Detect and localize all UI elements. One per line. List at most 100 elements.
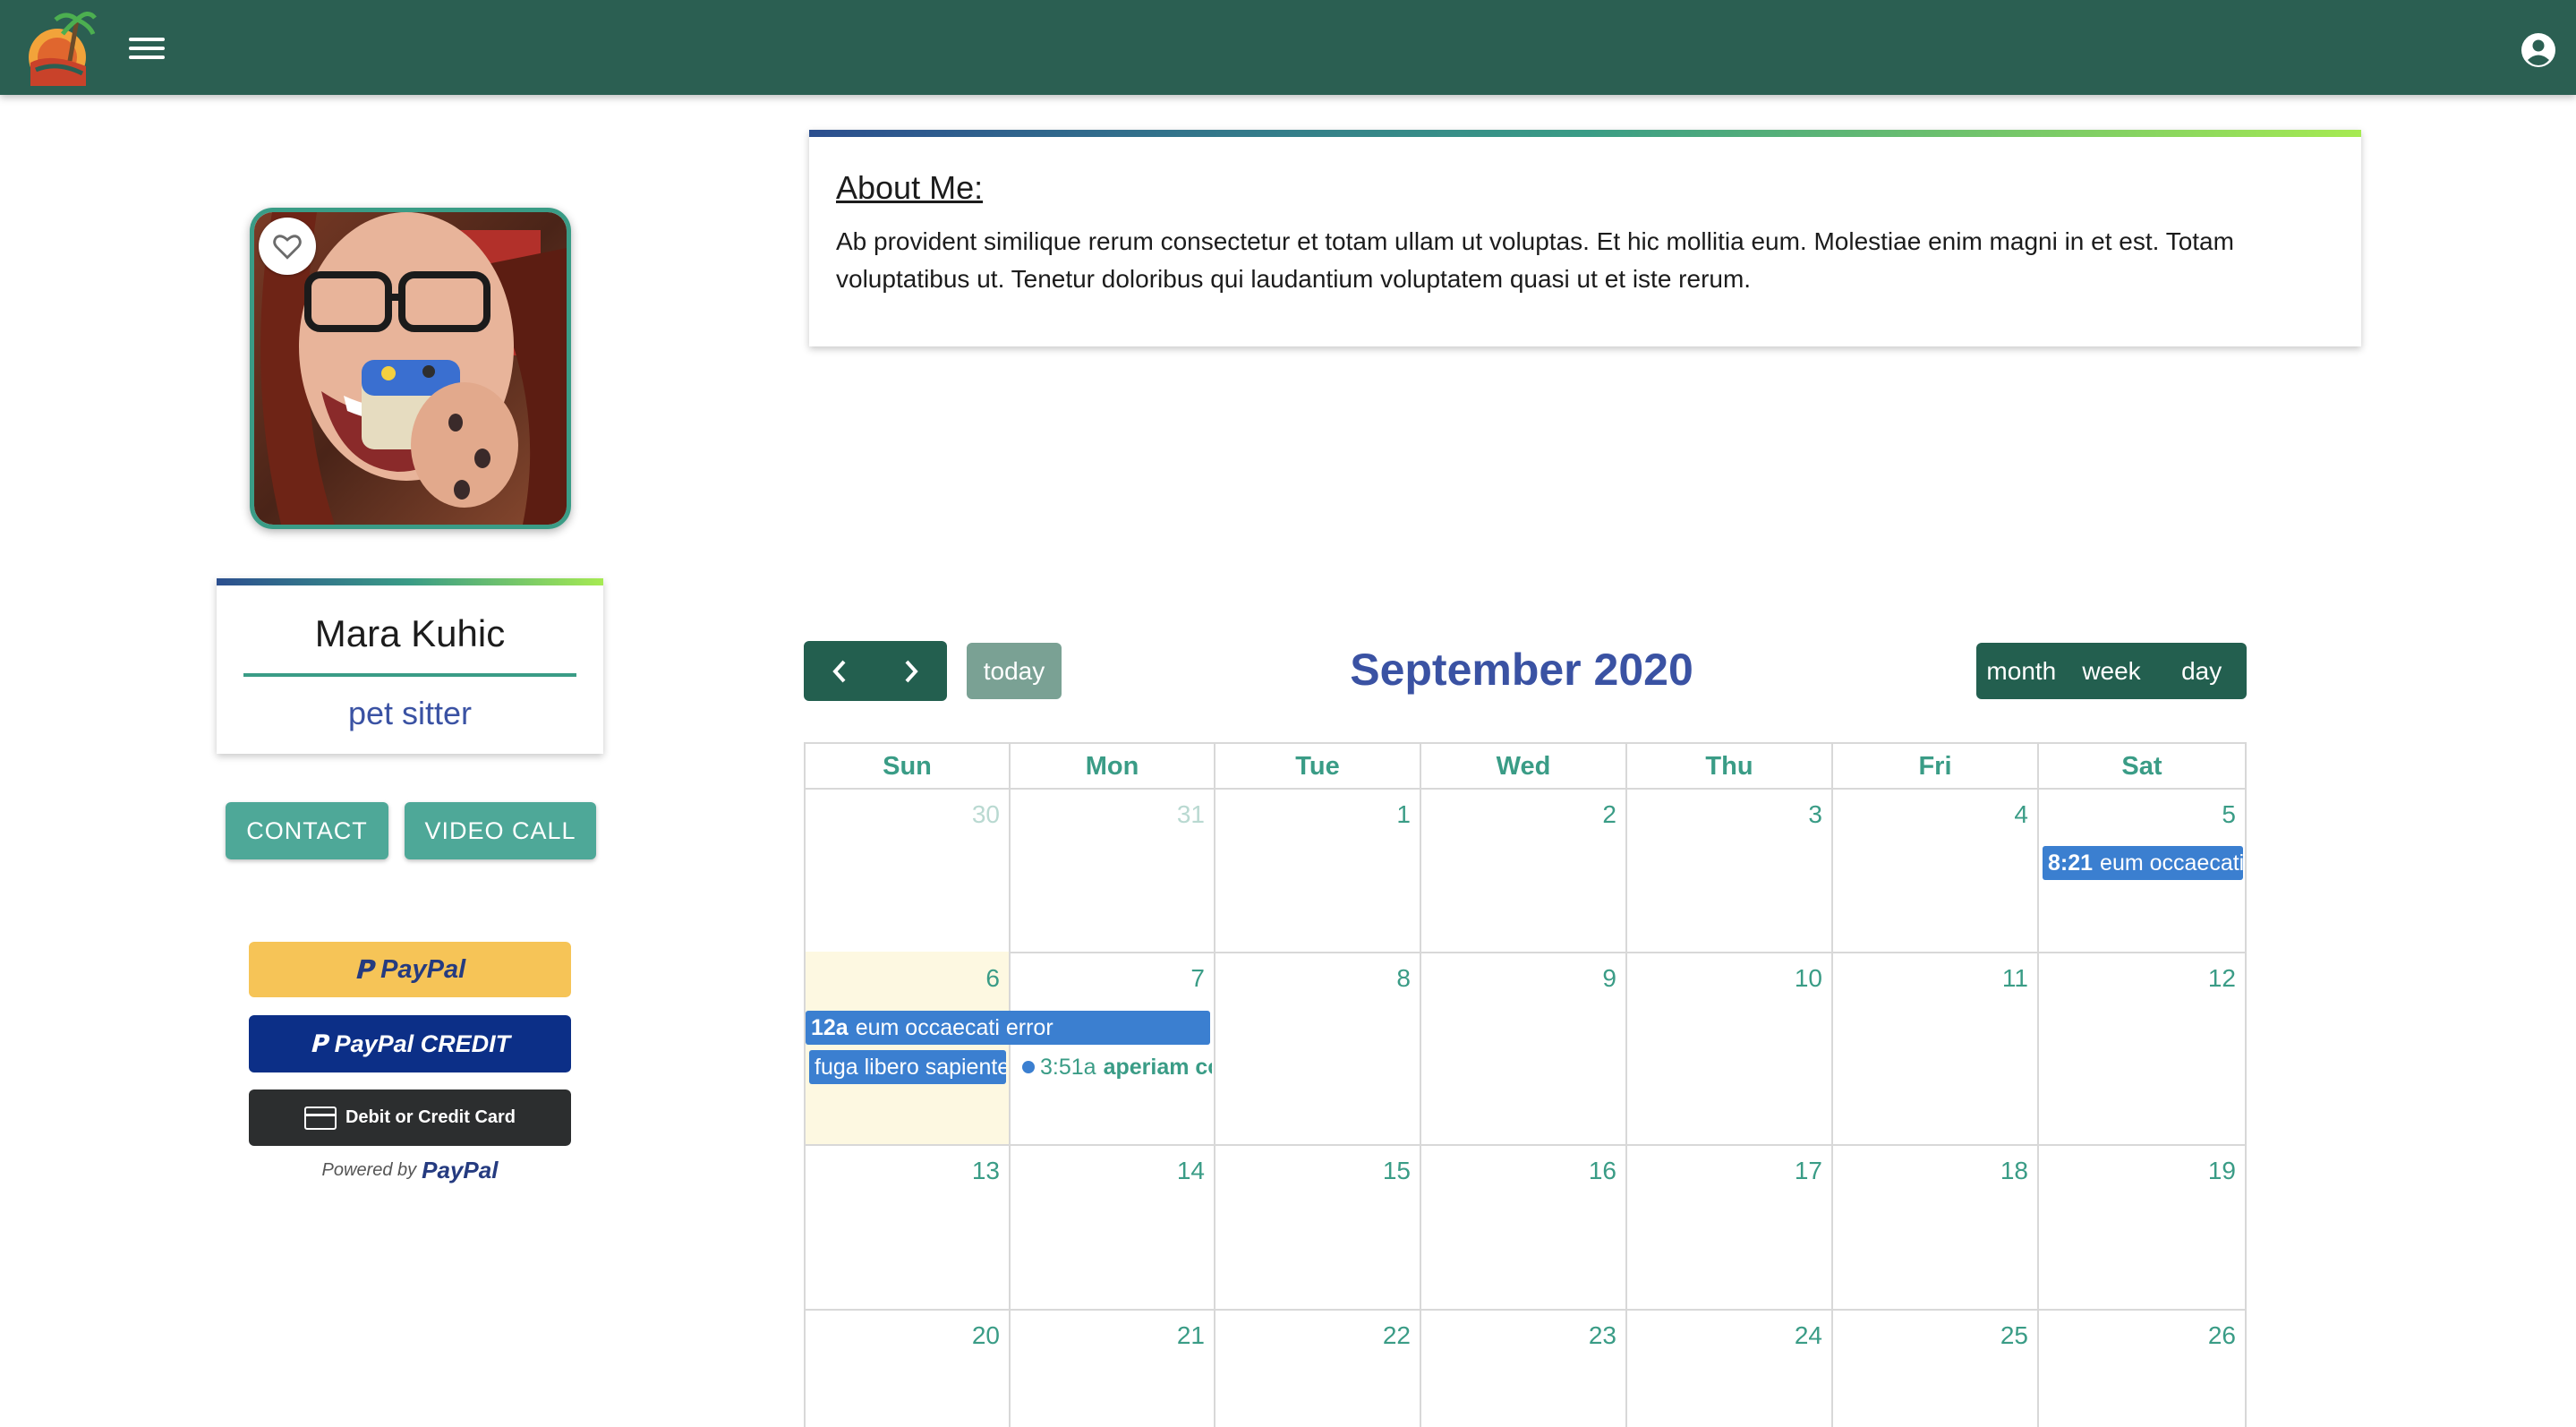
day-cell[interactable]: 14 <box>1009 1144 1215 1311</box>
day-cell[interactable]: 3 <box>1625 788 1833 953</box>
calendar-event-multiday[interactable]: 12a eum occaecati error <box>806 1011 1210 1045</box>
day-number: 31 <box>1176 800 1205 828</box>
weekday-header-thu: Thu <box>1625 742 1833 790</box>
day-number: 26 <box>2207 1321 2236 1349</box>
paypal-p-icon: 𝗣 <box>354 955 374 985</box>
day-number: 13 <box>971 1157 1000 1184</box>
day-cell[interactable]: 25 <box>1831 1309 2039 1427</box>
day-number: 23 <box>1588 1321 1616 1349</box>
calendar-title: September 2020 <box>1350 645 1693 695</box>
profile-role: pet sitter <box>347 695 473 731</box>
day-cell[interactable]: 16 <box>1420 1144 1627 1311</box>
day-cell[interactable]: 23 <box>1420 1309 1627 1427</box>
weekday-header-fri: Fri <box>1831 742 2039 790</box>
account-circle-icon[interactable] <box>2521 32 2556 68</box>
calendar-month-grid: Sun Mon Tue Wed Thu Fri Sat 30 31 1 2 3 … <box>804 742 2247 1427</box>
day-number: 22 <box>1382 1321 1411 1349</box>
about-title: About Me: <box>836 169 984 206</box>
day-number: 25 <box>2000 1321 2028 1349</box>
day-cell[interactable]: 20 <box>804 1309 1011 1427</box>
favorite-button[interactable] <box>259 218 316 275</box>
day-cell[interactable]: 15 <box>1214 1144 1421 1311</box>
today-button[interactable]: today <box>967 643 1062 699</box>
day-cell[interactable]: 31 <box>1009 788 1215 953</box>
day-number: 24 <box>1794 1321 1822 1349</box>
day-number: 18 <box>2000 1157 2028 1184</box>
about-text: Ab provident similique rerum consectetur… <box>836 227 2234 293</box>
contact-button[interactable]: CONTACT <box>226 802 388 859</box>
weekday-header-sat: Sat <box>2037 742 2247 790</box>
paypal-button[interactable]: 𝗣 PayPal <box>249 942 571 997</box>
day-cell[interactable]: 24 <box>1625 1309 1833 1427</box>
view-switcher: month week day <box>1976 643 2247 699</box>
day-number: 3 <box>1808 800 1822 828</box>
day-cell[interactable]: 8 <box>1214 952 1421 1146</box>
powered-by-paypal: Powered by PayPal <box>249 1155 571 1185</box>
calendar-event[interactable]: fuga libero sapiente <box>809 1050 1006 1084</box>
paypal-credit-button[interactable]: 𝗣 PayPal CREDIT <box>249 1015 571 1072</box>
event-title: eum occaecati error <box>855 1015 1053 1040</box>
card-label: Debit or Credit Card <box>345 1107 516 1127</box>
day-cell[interactable]: 10 <box>1625 952 1833 1146</box>
calendar-event[interactable]: 8:21 eum occaecati <box>2043 846 2243 880</box>
day-number: 11 <box>2001 964 2028 992</box>
day-cell[interactable]: 30 <box>804 788 1011 953</box>
day-number: 20 <box>971 1321 1000 1349</box>
day-number: 21 <box>1176 1321 1205 1349</box>
event-time: 12a <box>811 1015 849 1040</box>
day-cell[interactable]: 9 <box>1420 952 1627 1146</box>
calendar-event[interactable]: 3:51a aperiam corrupti <box>1019 1050 1212 1084</box>
day-number: 12 <box>2207 964 2236 992</box>
chevron-right-icon <box>905 660 918 682</box>
day-cell[interactable]: 11 <box>1831 952 2039 1146</box>
prev-month-button[interactable] <box>804 641 875 701</box>
view-month-button[interactable]: month <box>1976 657 2067 686</box>
chevron-left-icon <box>832 660 846 682</box>
day-cell[interactable]: 4 <box>1831 788 2039 953</box>
day-cell[interactable]: 13 <box>804 1144 1011 1311</box>
day-cell[interactable]: 12 <box>2037 952 2247 1146</box>
profile-card: Mara Kuhic pet sitter <box>217 578 603 754</box>
view-week-button[interactable]: week <box>2067 657 2157 686</box>
view-day-button[interactable]: day <box>2156 657 2247 686</box>
weekday-header-tue: Tue <box>1214 742 1421 790</box>
day-cell[interactable]: 22 <box>1214 1309 1421 1427</box>
day-number: 30 <box>971 800 1000 828</box>
event-dot-icon <box>1022 1061 1035 1074</box>
top-app-bar <box>0 0 2576 95</box>
gradient-accent-bar <box>809 130 2361 137</box>
day-number: 1 <box>1396 800 1411 828</box>
weekday-header-wed: Wed <box>1420 742 1627 790</box>
event-time: 8:21 <box>2048 850 2094 876</box>
day-cell[interactable]: 19 <box>2037 1144 2247 1311</box>
event-title: eum occaecati <box>2100 850 2243 876</box>
day-cell[interactable]: 21 <box>1009 1309 1215 1427</box>
day-number: 10 <box>1794 964 1822 992</box>
day-number: 9 <box>1602 964 1616 992</box>
powered-by-text: Powered by <box>321 1159 417 1180</box>
debit-credit-card-button[interactable]: Debit or Credit Card <box>249 1089 571 1146</box>
event-title: fuga libero sapiente <box>815 1055 1006 1080</box>
day-cell[interactable]: 7 <box>1009 952 1215 1146</box>
paypal-brand: PayPal <box>422 1156 499 1183</box>
day-cell[interactable]: 1 <box>1214 788 1421 953</box>
day-number: 19 <box>2207 1157 2236 1184</box>
gradient-accent-bar <box>217 578 603 585</box>
heart-outline-icon <box>273 235 302 260</box>
profile-name: Mara Kuhic <box>314 612 506 654</box>
next-month-button[interactable] <box>875 641 947 701</box>
day-number: 14 <box>1176 1157 1205 1184</box>
paypal-credit-label: PayPal CREDIT <box>334 1030 511 1057</box>
weekday-header-mon: Mon <box>1009 742 1215 790</box>
palm-tree-sunset-logo[interactable] <box>23 7 97 90</box>
day-cell[interactable]: 2 <box>1420 788 1627 953</box>
day-cell[interactable]: 17 <box>1625 1144 1833 1311</box>
about-card: About Me: Ab provident similique rerum c… <box>809 130 2361 346</box>
video-call-button[interactable]: VIDEO CALL <box>405 802 596 859</box>
day-number: 6 <box>985 964 1000 992</box>
day-cell[interactable]: 26 <box>2037 1309 2247 1427</box>
day-number: 4 <box>2014 800 2028 828</box>
day-cell-today[interactable]: 6 <box>804 952 1011 1146</box>
hamburger-menu-icon[interactable] <box>129 34 165 63</box>
day-cell[interactable]: 18 <box>1831 1144 2039 1311</box>
